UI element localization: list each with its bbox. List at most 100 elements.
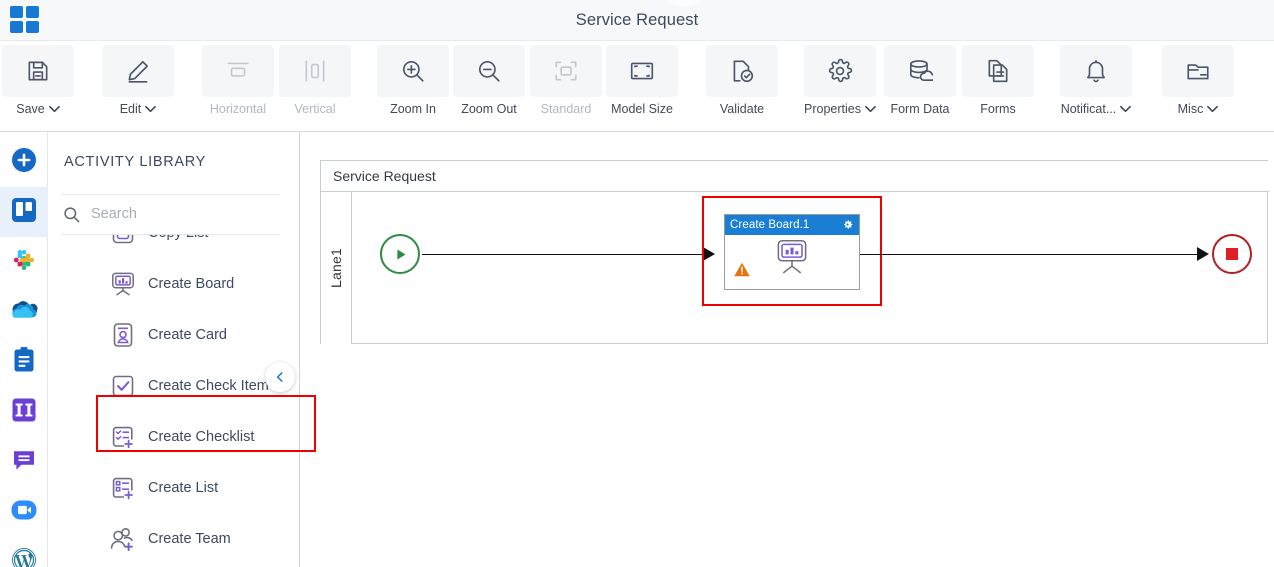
toolbar-button-standard: Standard (529, 45, 603, 128)
activity-list[interactable]: Copy List Create Board Create Card Create C… (48, 235, 299, 567)
toolbar-button-label: Properties (804, 102, 876, 116)
save-icon (28, 61, 48, 81)
chevron-down-icon (865, 102, 876, 116)
model-size-icon (606, 45, 678, 97)
toolbar-button-forms[interactable]: Forms (961, 45, 1035, 128)
start-event[interactable] (380, 234, 420, 274)
toolbar-button-label: Standard (541, 102, 592, 116)
rail-add-button[interactable] (0, 137, 48, 187)
zoom-out-icon (478, 60, 500, 82)
library-item-create-team[interactable]: Create Team (48, 513, 299, 564)
zoom-in-icon (402, 60, 424, 82)
task-title: Create Board.1 (730, 219, 810, 231)
rail-clipboard-app[interactable] (0, 337, 48, 387)
lane-body[interactable]: Create Board.1 (352, 192, 1268, 344)
onedrive-icon (10, 299, 38, 326)
activity-library-panel: ACTIVITY LIBRARY Search Copy List Create … (48, 132, 316, 567)
toolbar-button-label: Vertical (295, 102, 336, 116)
toolbar-label-text: Form Data (890, 102, 950, 116)
rail-zoom-app[interactable] (0, 487, 48, 537)
toolbar-button-validate[interactable]: Validate (705, 45, 779, 128)
library-item-label: Copy List (148, 235, 208, 241)
toolbar-label-text: Horizontal (209, 102, 267, 116)
diagram-canvas[interactable]: Service Request Lane1 Create Board.1 (300, 132, 1274, 567)
toolbar-button-horizontal: Horizontal (201, 45, 275, 128)
create-board-icon (110, 271, 136, 297)
pool-header: Service Request (321, 161, 1269, 192)
vertical-icon (279, 45, 351, 97)
zoom-in-icon (377, 45, 449, 97)
pencil-icon (102, 45, 174, 97)
toolbar-button-label: Misc (1178, 102, 1219, 116)
rail-wordpress-app[interactable] (0, 537, 48, 567)
gear-icon[interactable] (841, 218, 854, 231)
toolbar-button-model-size[interactable]: Model Size (605, 45, 679, 128)
toolbar-label-text: Validate (719, 102, 765, 116)
toolbar-button-label: Edit (120, 102, 157, 116)
search-input[interactable]: Search (62, 194, 280, 234)
rail-onedrive-app[interactable] (0, 287, 48, 337)
plus-circle-icon (10, 146, 38, 179)
toolbar-button-properties[interactable]: Properties (803, 45, 877, 128)
toolbar-label-text: Model Size (611, 102, 673, 116)
toolbar-label-text: Standard (540, 102, 592, 116)
toolbar-button-edit[interactable]: Edit (101, 45, 175, 128)
end-event[interactable] (1212, 234, 1252, 274)
misc-folder-icon (1187, 64, 1209, 80)
stop-square-icon (1226, 248, 1238, 260)
create-check-item-icon (110, 373, 136, 399)
library-item-create-list[interactable]: Create List (48, 462, 299, 513)
toolbar-button-form-data[interactable]: Form Data (883, 45, 957, 128)
toolbar-label-text: Vertical (294, 102, 336, 116)
standard-icon (555, 61, 577, 81)
lane-header[interactable]: Lane1 (321, 192, 352, 344)
rail-slack-app[interactable] (0, 237, 48, 287)
chevron-down-icon (145, 102, 157, 116)
sequence-flow-1[interactable] (422, 253, 704, 256)
chevron-left-icon (276, 372, 283, 382)
toolbar-button-label: Validate (720, 102, 764, 116)
create-board-icon (777, 239, 807, 274)
toolbar-button-label: Notificat... (1061, 102, 1132, 116)
library-item-label: Create List (148, 479, 219, 496)
library-item-create-check-item[interactable]: Create Check Item (48, 360, 299, 411)
toolbar-button-zoom-out[interactable]: Zoom Out (452, 45, 526, 128)
toolbar-button-label: Zoom Out (461, 102, 517, 116)
toolbar-button-notificat[interactable]: Notificat... (1059, 45, 1133, 128)
sequence-flow-2[interactable] (860, 253, 1198, 256)
toolbar-button-save[interactable]: Save (1, 45, 75, 128)
rail-trello-app[interactable] (0, 187, 48, 237)
library-item-label: Create Board (148, 275, 235, 292)
task-create-board[interactable]: Create Board.1 (724, 214, 860, 290)
pool[interactable]: Service Request Lane1 Create Board.1 (320, 160, 1269, 344)
library-item-create-card[interactable]: Create Card (48, 309, 299, 360)
toolbar-button-zoom-in[interactable]: Zoom In (376, 45, 450, 128)
toolbar-button-label: Forms (980, 102, 1015, 116)
toolbar-button-label: Zoom In (390, 102, 436, 116)
horizontal-icon (227, 62, 249, 77)
warning-triangle-icon (734, 262, 750, 277)
trello-icon (11, 197, 37, 228)
forms-icon (962, 45, 1034, 97)
library-item-label: Create Card (148, 326, 227, 343)
toolbar-button-label: Horizontal (210, 102, 266, 116)
zoom-out-icon (453, 45, 525, 97)
validate-icon (733, 60, 754, 83)
library-item-label: Create Checklist (148, 428, 255, 445)
toolbar-button-misc[interactable]: Misc (1161, 45, 1235, 128)
toolbar-label-text: Save (16, 102, 45, 116)
create-team-icon (110, 526, 136, 552)
library-item-create-checklist[interactable]: Create Checklist (48, 411, 299, 462)
copy-list-icon (110, 235, 136, 246)
rail-integration-app[interactable] (0, 387, 48, 437)
top-bar: Service Request (0, 0, 1274, 41)
vertical-icon (305, 60, 325, 82)
library-item-create-board[interactable]: Create Board (48, 258, 299, 309)
bell-icon (1087, 59, 1105, 83)
collapse-panel-button[interactable] (265, 362, 295, 392)
rail-chat-app[interactable] (0, 437, 48, 487)
activity-library-title: ACTIVITY LIBRARY (64, 154, 207, 170)
library-item-copy-list[interactable]: Copy List (48, 235, 299, 258)
database-icon (884, 45, 956, 97)
wordpress-icon (11, 547, 37, 567)
